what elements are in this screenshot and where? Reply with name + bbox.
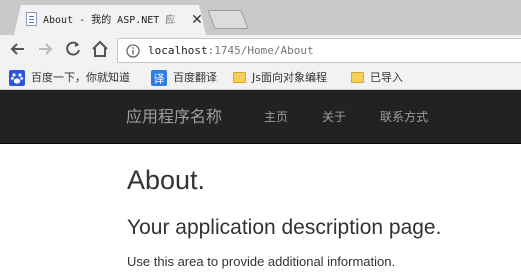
close-tab-icon[interactable]: ✕ [190, 12, 204, 26]
bookmark-folder-js[interactable]: Js面向对象编程 [233, 70, 343, 86]
bookmark-label: Js面向对象编程 [252, 71, 327, 84]
site-navbar: 应用程序名称 主页 关于 联系方式 [0, 90, 521, 144]
url-text[interactable]: localhost:1745/Home/About [148, 44, 314, 58]
folder-icon [233, 72, 246, 83]
nav-link-home[interactable]: 主页 [264, 109, 288, 125]
new-tab-button[interactable] [207, 10, 249, 29]
url-path: :1745/Home/About [207, 44, 314, 57]
translate-icon: 译 [151, 70, 167, 86]
site-brand-link[interactable]: 应用程序名称 [126, 106, 222, 128]
reload-icon[interactable] [63, 39, 83, 59]
page-body-text: Use this area to provide additional info… [127, 254, 396, 269]
page-icon [26, 12, 37, 26]
info-icon[interactable] [126, 44, 140, 58]
nav-link-contact[interactable]: 联系方式 [380, 109, 428, 125]
page-subtitle: Your application description page. [127, 216, 442, 239]
back-arrow-icon[interactable] [8, 39, 28, 59]
svg-text:译: 译 [154, 73, 165, 86]
forward-arrow-icon[interactable] [35, 39, 55, 59]
bookmark-label: 已导入 [370, 71, 403, 84]
url-host: localhost [148, 44, 208, 57]
address-bar[interactable]: localhost:1745/Home/About [117, 38, 521, 63]
baidu-paw-icon [9, 70, 25, 86]
folder-icon [351, 72, 364, 83]
bookmark-label: 百度翻译 [173, 71, 217, 84]
tab-strip: About - 我的 ASP.NET 应 ✕ [0, 0, 521, 35]
bookmark-baidu[interactable]: 百度一下，你就知道 [9, 70, 141, 86]
browser-tab-active[interactable]: About - 我的 ASP.NET 应 ✕ [14, 5, 206, 35]
bookmark-folder-imported[interactable]: 已导入 [351, 70, 411, 86]
bookmark-baidu-translate[interactable]: 译 百度翻译 [151, 70, 223, 86]
page-title: About. [127, 165, 206, 195]
home-icon[interactable] [90, 39, 110, 59]
bookmark-label: 百度一下，你就知道 [31, 71, 130, 84]
bookmarks-bar: 百度一下，你就知道 译 百度翻译 Js面向对象编程 已导入 [0, 65, 521, 90]
nav-link-about[interactable]: 关于 [322, 109, 346, 125]
